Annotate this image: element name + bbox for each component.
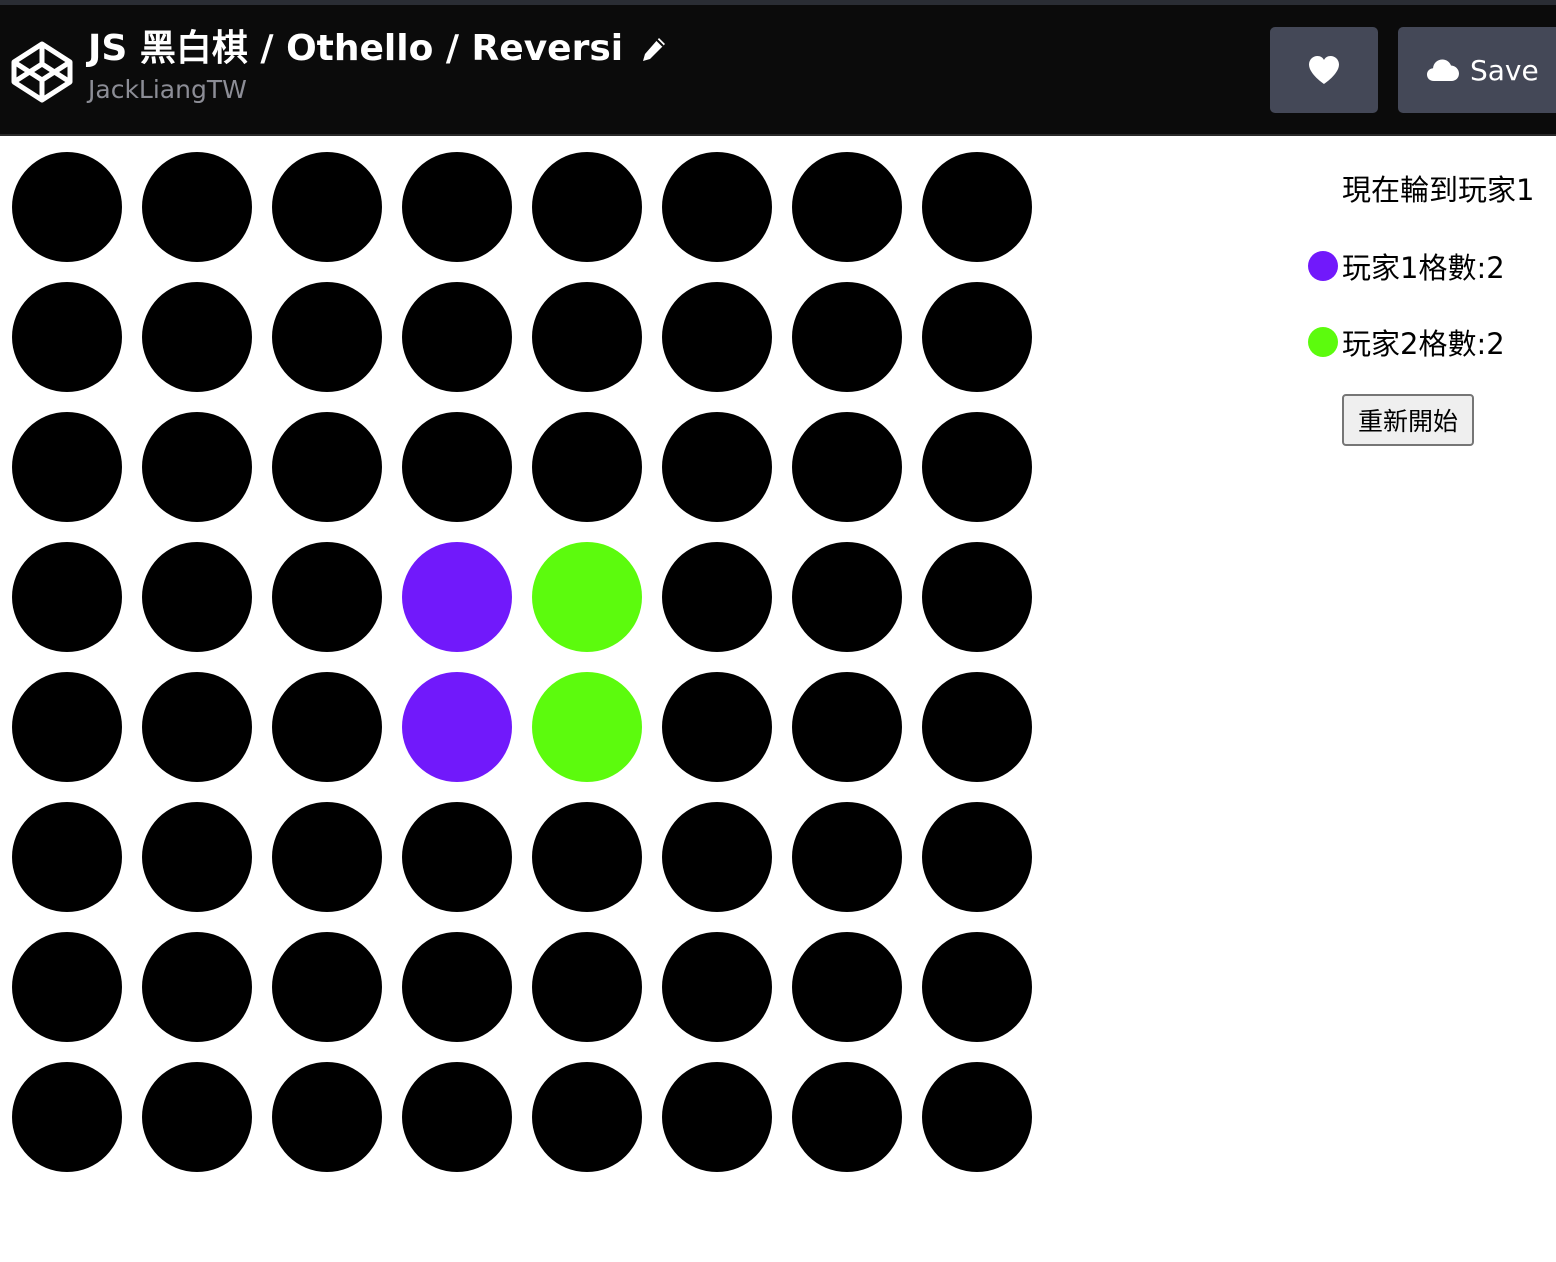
board-cell-empty[interactable] [662,542,772,652]
board-cell-empty[interactable] [272,1062,382,1172]
board-cell-empty[interactable] [792,1062,902,1172]
board-cell-empty[interactable] [402,152,512,262]
board-cell-empty[interactable] [792,152,902,262]
board-cell-empty[interactable] [662,282,772,392]
board-cell-empty[interactable] [142,152,252,262]
board-cell-empty[interactable] [922,282,1032,392]
board-cell-empty[interactable] [922,152,1032,262]
board-cell-empty[interactable] [272,932,382,1042]
board-cell-empty[interactable] [12,542,122,652]
board-cell-empty[interactable] [532,152,642,262]
board-cell-empty[interactable] [532,932,642,1042]
board-cell-empty[interactable] [272,542,382,652]
board-cell-empty[interactable] [142,802,252,912]
board-cell-empty[interactable] [12,412,122,522]
board-cell-empty[interactable] [12,672,122,782]
board-cell-empty[interactable] [142,932,252,1042]
board-cell-empty[interactable] [532,282,642,392]
board-cell-empty[interactable] [662,412,772,522]
board-cell-empty[interactable] [272,802,382,912]
status-panel: 現在輪到玩家1 玩家1格數:2 玩家2格數:2 重新開始 [1300,166,1556,446]
board-cell-empty[interactable] [922,932,1032,1042]
heart-icon [1309,56,1339,84]
disc-player1[interactable] [402,542,512,652]
board-cell-empty[interactable] [532,412,642,522]
save-label: Save [1470,53,1539,87]
player2-score-row: 玩家2格數:2 [1300,318,1556,366]
board-cell-empty[interactable] [792,672,902,782]
board-cell-empty[interactable] [402,1062,512,1172]
board-cell-empty[interactable] [922,542,1032,652]
header-bar: JS 黑白棋 / Othello / Reversi JackLiangTW S… [0,5,1556,136]
board-cell-empty[interactable] [12,282,122,392]
board-cell-empty[interactable] [792,932,902,1042]
board-cell-empty[interactable] [272,412,382,522]
disc-player1[interactable] [402,672,512,782]
author-name[interactable]: JackLiangTW [88,75,668,105]
player1-score: 玩家1格數:2 [1342,251,1505,285]
turn-indicator: 現在輪到玩家1 [1342,173,1535,207]
board-cell-empty[interactable] [662,152,772,262]
cloud-icon [1427,59,1459,81]
board-cell-empty[interactable] [12,1062,122,1172]
board-cell-empty[interactable] [142,672,252,782]
game-board [12,152,1032,1172]
board-cell-empty[interactable] [142,1062,252,1172]
board-cell-empty[interactable] [272,152,382,262]
player1-score-row: 玩家1格數:2 [1300,242,1556,290]
board-cell-empty[interactable] [792,282,902,392]
restart-button[interactable]: 重新開始 [1342,394,1475,446]
board-cell-empty[interactable] [272,282,382,392]
board-cell-empty[interactable] [922,412,1032,522]
save-button[interactable]: Save [1398,27,1556,113]
pencil-icon[interactable] [640,35,668,63]
player2-score: 玩家2格數:2 [1342,327,1505,361]
board-cell-empty[interactable] [402,932,512,1042]
player1-color-dot [1308,251,1338,281]
like-button[interactable] [1270,27,1378,113]
disc-player2[interactable] [532,542,642,652]
board-cell-empty[interactable] [792,412,902,522]
board-cell-empty[interactable] [662,802,772,912]
title-block: JS 黑白棋 / Othello / Reversi JackLiangTW [88,27,668,105]
player2-color-dot [1308,327,1338,357]
board-cell-empty[interactable] [662,672,772,782]
board-cell-empty[interactable] [402,412,512,522]
board-cell-empty[interactable] [272,672,382,782]
codepen-logo-icon[interactable] [10,40,74,104]
board-cell-empty[interactable] [662,932,772,1042]
disc-player2[interactable] [532,672,642,782]
board-cell-empty[interactable] [792,542,902,652]
board-cell-empty[interactable] [662,1062,772,1172]
board-cell-empty[interactable] [532,1062,642,1172]
board-cell-empty[interactable] [922,1062,1032,1172]
board-cell-empty[interactable] [922,802,1032,912]
board-cell-empty[interactable] [402,282,512,392]
board-cell-empty[interactable] [12,932,122,1042]
board-cell-empty[interactable] [922,672,1032,782]
board-cell-empty[interactable] [142,412,252,522]
board-cell-empty[interactable] [142,282,252,392]
board-cell-empty[interactable] [12,802,122,912]
board-cell-empty[interactable] [402,802,512,912]
board-cell-empty[interactable] [792,802,902,912]
board-cell-empty[interactable] [142,542,252,652]
pen-title: JS 黑白棋 / Othello / Reversi [88,28,624,69]
board-cell-empty[interactable] [12,152,122,262]
board-cell-empty[interactable] [532,802,642,912]
